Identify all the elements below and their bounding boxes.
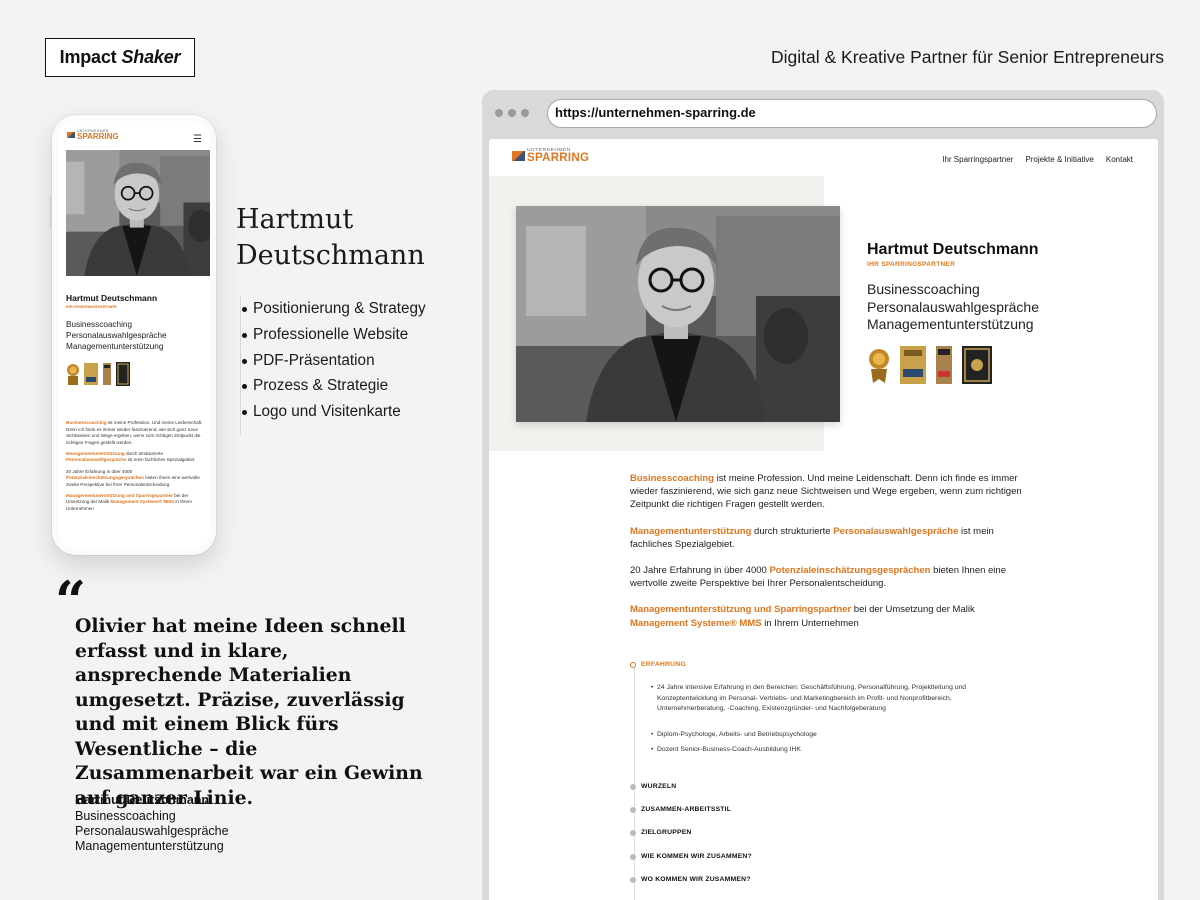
nav-link-kontakt[interactable]: Kontakt — [1106, 155, 1133, 164]
site-logo[interactable]: UNTERNEHMEN SPARRING — [512, 148, 589, 164]
accordion-wo-kommen[interactable]: WO KOMMEN WIR ZUSAMMEN? — [630, 876, 751, 883]
accordion-zusammen-arbeitsstil[interactable]: ZUSAMMEN-ARBEITSSTIL — [630, 806, 731, 813]
nav-link-projekte[interactable]: Projekte & Initiative — [1025, 155, 1093, 164]
impact-shaker-logo: Impact Shaker — [45, 38, 195, 77]
accordion-wie-kommen[interactable]: WIE KOMMEN WIR ZUSAMMEN? — [630, 853, 752, 860]
accordion-zielgruppen[interactable]: ZIELGRUPPEN — [630, 829, 692, 836]
client-name-heading: Hartmut Deutschmann — [236, 204, 425, 271]
top-coach-badge-icon — [84, 363, 98, 385]
top-badge-icon — [103, 363, 111, 385]
nav-link-sparringspartner[interactable]: Ihr Sparringspartner — [942, 155, 1013, 164]
deliverables-list: Positionierung & Strategy Professionelle… — [240, 296, 455, 435]
window-dot-icon[interactable] — [521, 109, 529, 117]
window-dot-icon[interactable] — [495, 109, 503, 117]
top-coach-badge-icon — [900, 346, 926, 384]
website-viewport: UNTERNEHMEN SPARRING Ihr Sparringspartne… — [489, 139, 1158, 900]
site-client-role: IHR SPARRINGSPARTNER — [867, 261, 956, 268]
window-dot-icon[interactable] — [508, 109, 516, 117]
award-medal-icon — [869, 349, 889, 383]
site-award-badges — [867, 345, 993, 385]
accordion-line — [634, 661, 635, 900]
window-controls — [495, 109, 529, 117]
browser-window: https://unternehmen-sparring.de UNTERNEH… — [482, 90, 1164, 900]
testimonial-author: Hartmut Deutschmann Businesscoaching Per… — [75, 793, 229, 853]
hamburger-menu-icon[interactable]: ☰ — [193, 135, 202, 145]
phone-mockup: UNTERNEHMEN SPARRING ☰ Hartmut Deutschma… — [52, 115, 216, 555]
site-nav: Ihr Sparringspartner Projekte & Initiati… — [942, 155, 1133, 164]
certificate-badge-icon — [962, 346, 992, 384]
site-services: Businesscoaching Personalauswahlgespräch… — [867, 281, 1039, 332]
experience-item: 24 Jahre intensive Erfahrung in den Bere… — [651, 683, 1001, 715]
experience-item: Dozent Senior-Business-Coach-Ausbildung … — [651, 745, 1001, 756]
phone-client-role: IHR SPARRINGSPARTNER — [66, 304, 117, 309]
deliverable-item: PDF-Präsentation — [242, 348, 455, 374]
address-bar[interactable]: https://unternehmen-sparring.de — [547, 99, 1157, 128]
deliverable-item: Prozess & Strategie — [242, 373, 455, 399]
site-client-name: Hartmut Deutschmann — [867, 241, 1039, 258]
phone-client-name: Hartmut Deutschmann — [66, 293, 158, 303]
testimonial-quote: Olivier hat meine Ideen schnell erfasst … — [75, 615, 423, 809]
award-medal-icon — [67, 364, 79, 385]
phone-award-badges — [66, 361, 131, 387]
phone-site-logo[interactable]: UNTERNEHMEN SPARRING — [67, 129, 119, 141]
deliverable-item: Professionelle Website — [242, 322, 455, 348]
phone-screen: UNTERNEHMEN SPARRING ☰ Hartmut Deutschma… — [58, 121, 210, 549]
hero-portrait-photo — [516, 206, 840, 422]
deliverable-item: Logo und Visitenkarte — [242, 399, 455, 425]
phone-services: Businesscoaching Personalauswahlgespräch… — [66, 320, 167, 351]
top-badge-icon — [936, 346, 952, 384]
accordion-erfahrung[interactable]: ERFAHRUNG — [630, 661, 686, 668]
experience-item: Diplom-Psychologe, Arbeits- und Betriebs… — [651, 730, 1001, 741]
deliverable-item: Positionierung & Strategy — [242, 296, 455, 322]
phone-intro-text: Businesscoaching ist meine Profession. U… — [66, 420, 203, 512]
phone-portrait-photo — [66, 150, 210, 276]
intro-text: Businesscoaching ist meine Profession. U… — [630, 473, 1022, 629]
certificate-badge-icon — [116, 362, 130, 386]
accordion-wurzeln[interactable]: WURZELN — [630, 783, 676, 790]
page-tagline: Digital & Kreative Partner für Senior En… — [771, 47, 1164, 67]
